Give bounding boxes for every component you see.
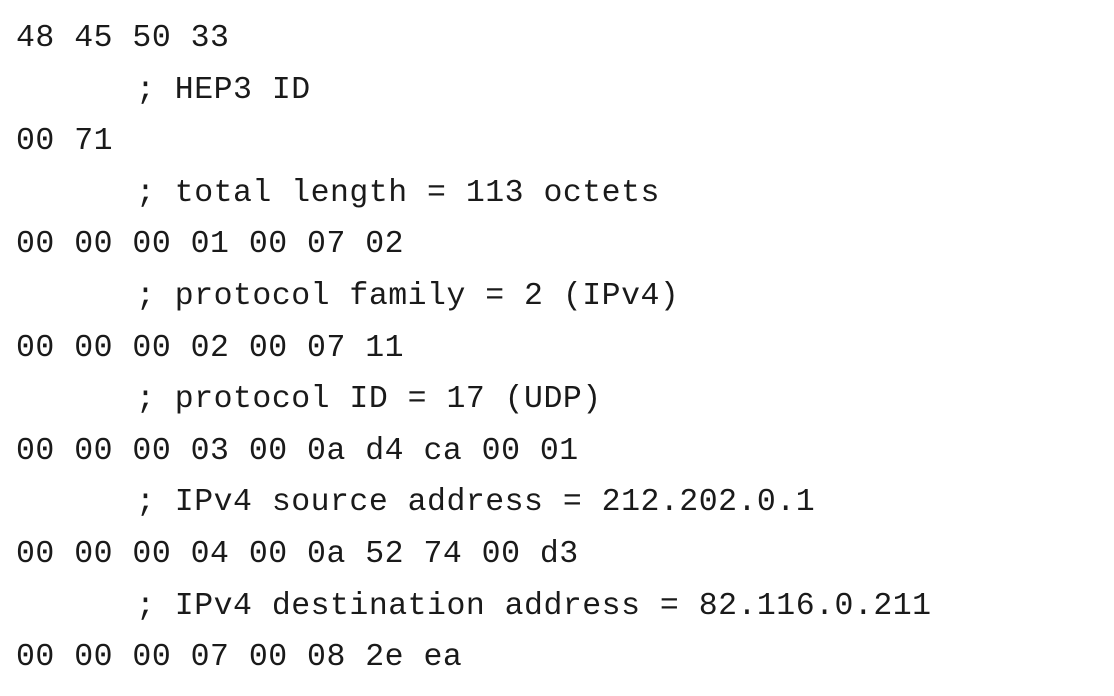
hex-bytes-line: 00 00 00 07 00 08 2e ea bbox=[16, 640, 463, 676]
hex-bytes-line: 00 71 bbox=[16, 124, 114, 160]
comment-line: ; IPv4 destination address = 82.116.0.21… bbox=[136, 588, 932, 624]
comment-line: ; protocol family = 2 (IPv4) bbox=[136, 278, 680, 314]
comment-line: ; IPv4 source address = 212.202.0.1 bbox=[136, 485, 816, 521]
hex-bytes-line: 00 00 00 04 00 0a 52 74 00 d3 bbox=[16, 536, 579, 572]
comment-line: ; HEP3 ID bbox=[136, 72, 311, 108]
hex-bytes-line: 00 00 00 02 00 07 11 bbox=[16, 330, 405, 366]
hex-bytes-line: 48 45 50 33 bbox=[16, 21, 230, 56]
hex-dump-listing: 48 45 50 33 ; HEP3 ID 00 71 ; total leng… bbox=[16, 17, 1114, 688]
comment-line: ; protocol ID = 17 (UDP) bbox=[136, 382, 602, 418]
hex-bytes-line: 00 00 00 03 00 0a d4 ca 00 01 bbox=[16, 433, 579, 469]
hex-bytes-line: 00 00 00 01 00 07 02 bbox=[16, 227, 405, 263]
comment-line: ; total length = 113 octets bbox=[136, 175, 660, 211]
